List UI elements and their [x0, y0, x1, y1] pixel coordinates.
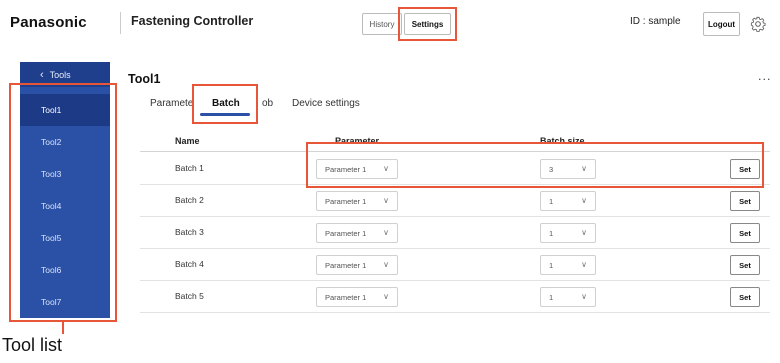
chevron-down-icon: ∨: [581, 196, 587, 205]
set-button[interactable]: Set: [730, 223, 760, 243]
batch-name: Batch 2: [175, 195, 204, 205]
app-title: Fastening Controller: [131, 14, 254, 28]
parameter-select-value: Parameter 1: [325, 228, 367, 238]
table-row: Batch 3 Parameter 1 ∨ 1 ∨ Set: [140, 217, 770, 249]
tab-parameter[interactable]: Parameter: [150, 98, 194, 109]
table-row: Batch 2 Parameter 1 ∨ 1 ∨ Set: [140, 185, 770, 217]
batch-size-select-value: 1: [549, 196, 554, 206]
logout-button[interactable]: Logout: [703, 12, 740, 36]
more-options-icon[interactable]: ...: [758, 70, 772, 83]
chevron-down-icon: ∨: [383, 260, 389, 269]
chevron-down-icon: ∨: [383, 228, 389, 237]
highlight-batch-tab: [192, 84, 258, 124]
tab-job[interactable]: ob: [262, 98, 273, 109]
back-label: Tools: [49, 69, 71, 80]
batch-size-select[interactable]: 1 ∨: [540, 255, 596, 275]
history-button[interactable]: History: [362, 13, 402, 35]
batch-name: Batch 3: [175, 227, 204, 237]
chevron-down-icon: ∨: [581, 292, 587, 301]
callout-leader-line: [62, 322, 64, 334]
chevron-left-icon: ‹: [40, 68, 44, 81]
set-button[interactable]: Set: [730, 191, 760, 211]
brand-logo: Panasonic: [10, 14, 87, 31]
user-id-label: ID : sample: [630, 16, 681, 27]
parameter-select[interactable]: Parameter 1 ∨: [316, 191, 398, 211]
highlight-batch1-controls: [306, 142, 764, 188]
batch-name: Batch 5: [175, 291, 204, 301]
batch-name: Batch 4: [175, 259, 204, 269]
parameter-select[interactable]: Parameter 1 ∨: [316, 255, 398, 275]
page-title: Tool1: [128, 72, 161, 86]
parameter-select-value: Parameter 1: [325, 196, 367, 206]
batch-size-select-value: 1: [549, 292, 554, 302]
parameter-select-value: Parameter 1: [325, 260, 367, 270]
table-row: Batch 4 Parameter 1 ∨ 1 ∨ Set: [140, 249, 770, 281]
parameter-select[interactable]: Parameter 1 ∨: [316, 223, 398, 243]
batch-size-select[interactable]: 1 ∨: [540, 191, 596, 211]
chevron-down-icon: ∨: [581, 228, 587, 237]
highlight-tool-list: [9, 83, 117, 322]
callout-label: Tool list: [2, 335, 63, 355]
parameter-select-value: Parameter 1: [325, 292, 367, 302]
chevron-down-icon: ∨: [581, 260, 587, 269]
parameter-select[interactable]: Parameter 1 ∨: [316, 287, 398, 307]
batch-size-select-value: 1: [549, 260, 554, 270]
set-button[interactable]: Set: [730, 255, 760, 275]
batch-size-select[interactable]: 1 ∨: [540, 223, 596, 243]
app-root: Panasonic Fastening Controller History S…: [0, 0, 780, 363]
header: Panasonic Fastening Controller History S…: [0, 0, 780, 50]
highlight-settings-button: [398, 7, 457, 41]
column-header-name: Name: [175, 136, 200, 146]
batch-size-select[interactable]: 1 ∨: [540, 287, 596, 307]
gear-icon[interactable]: [750, 16, 766, 32]
table-row: Batch 5 Parameter 1 ∨ 1 ∨ Set: [140, 281, 770, 313]
tab-device-settings[interactable]: Device settings: [292, 98, 360, 109]
batch-size-select-value: 1: [549, 228, 554, 238]
chevron-down-icon: ∨: [383, 292, 389, 301]
batch-name: Batch 1: [175, 163, 204, 173]
chevron-down-icon: ∨: [383, 196, 389, 205]
header-divider: [120, 12, 121, 34]
set-button[interactable]: Set: [730, 287, 760, 307]
